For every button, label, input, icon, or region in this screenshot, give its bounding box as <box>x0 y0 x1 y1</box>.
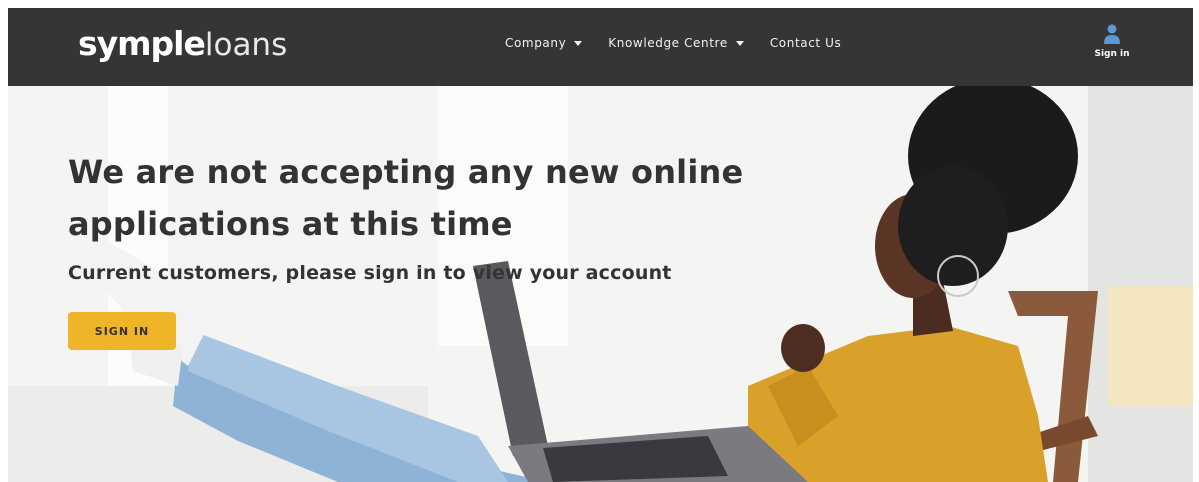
hero-subheadline: Current customers, please sign in to vie… <box>68 262 672 284</box>
headline-line-2: applications at this time <box>68 205 513 243</box>
nav-item-contact-us[interactable]: Contact Us <box>770 36 842 50</box>
hero-banner: We are not accepting any new online appl… <box>8 86 1193 482</box>
logo-bold-text: symple <box>78 24 206 63</box>
hero-text-block: We are not accepting any new online appl… <box>68 146 828 350</box>
site-header: symple loans Company Knowledge Centre Con… <box>8 8 1193 86</box>
nav-item-label: Company <box>505 36 567 50</box>
header-sign-in-label: Sign in <box>1094 49 1130 59</box>
site-logo[interactable]: symple loans <box>78 24 287 64</box>
logo-light-text: loans <box>204 27 288 63</box>
nav-item-company[interactable]: Company <box>505 36 583 50</box>
headline-line-1: We are not accepting any new online <box>68 153 744 191</box>
nav-item-label: Knowledge Centre <box>608 36 728 50</box>
main-nav: Company Knowledge Centre Contact Us <box>505 36 867 50</box>
nav-item-label: Contact Us <box>769 36 842 50</box>
caret-down-icon <box>735 40 744 46</box>
page-frame: symple loans Company Knowledge Centre Con… <box>8 8 1193 482</box>
nav-item-knowledge-centre[interactable]: Knowledge Centre <box>608 36 744 50</box>
caret-down-icon <box>574 40 583 46</box>
user-icon <box>1104 24 1120 44</box>
hero-headline: We are not accepting any new online appl… <box>68 146 828 250</box>
sign-in-button[interactable]: SIGN IN <box>68 312 176 350</box>
header-sign-in-link[interactable]: Sign in <box>1092 24 1132 59</box>
